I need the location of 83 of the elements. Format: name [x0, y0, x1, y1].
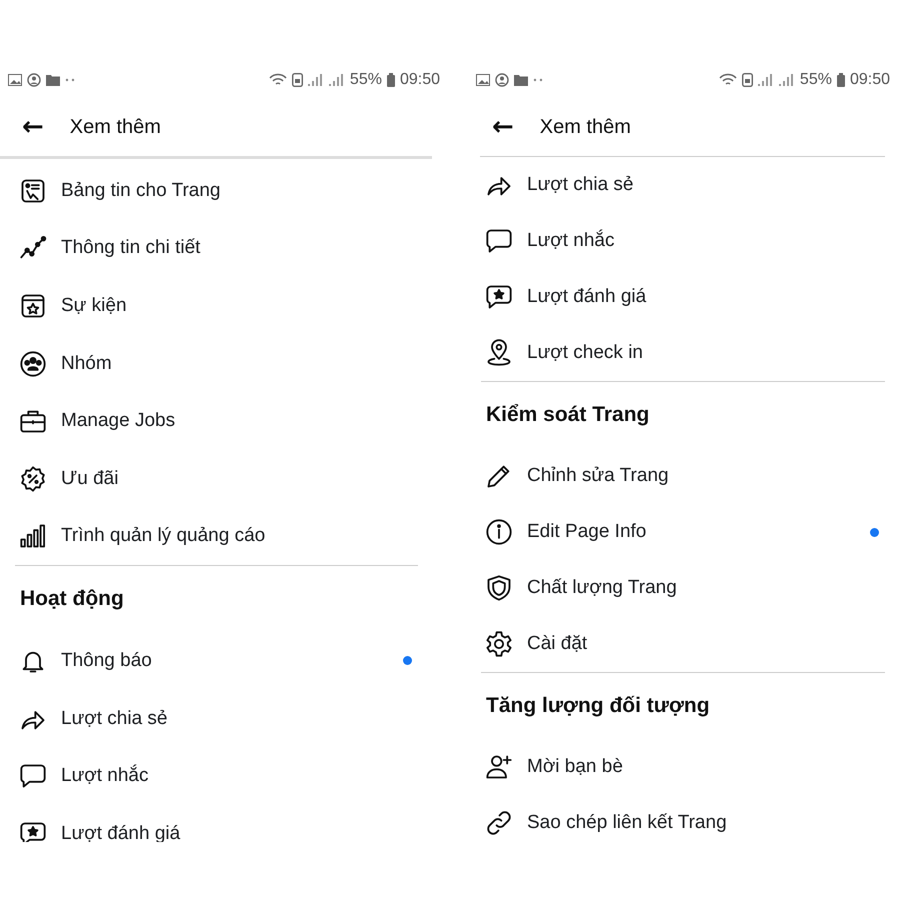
menu-item[interactable]: Mời bạn bè — [481, 739, 885, 795]
person-icon — [27, 73, 41, 87]
menu-item-label: Cài đặt — [527, 633, 588, 655]
menu-item[interactable]: Sao chép liên kết Trang — [481, 795, 885, 847]
menu-item-label: Sao chép liên kết Trang — [527, 812, 727, 834]
menu-item[interactable]: Manage Jobs — [15, 392, 418, 450]
battery-icon — [386, 73, 395, 87]
sim-card-icon — [742, 73, 753, 87]
signal-icon — [308, 74, 324, 86]
menu-item[interactable]: Lượt chia sẻ — [15, 690, 418, 748]
folder-icon — [514, 74, 528, 86]
menu-item[interactable]: Lượt check in — [481, 325, 885, 381]
section-heading: Kiểm soát Trang — [486, 403, 650, 427]
menu-item-label: Lượt chia sẻ — [527, 174, 634, 196]
menu-item[interactable]: Lượt nhắc — [481, 213, 885, 269]
back-button[interactable]: ← — [488, 114, 518, 140]
sim-card-icon — [292, 73, 303, 87]
menu-item-label: Thông báo — [61, 650, 152, 672]
wifi-icon — [268, 73, 287, 87]
section-heading: Hoạt động — [20, 587, 124, 612]
back-button[interactable]: ← — [18, 114, 48, 140]
info-icon — [485, 518, 513, 546]
clock-time: 09:50 — [850, 71, 890, 89]
menu-item[interactable]: Chất lượng Trang — [481, 560, 885, 616]
person-add-icon — [485, 753, 513, 781]
battery-percentage: 55% — [800, 71, 832, 89]
bar-chart-icon — [19, 522, 47, 550]
menu-item-label: Chỉnh sửa Trang — [527, 465, 669, 487]
star-bubble-icon — [19, 820, 47, 842]
menu-item[interactable]: Lượt đánh giá — [481, 269, 885, 325]
menu-item-label: Bảng tin cho Trang — [61, 180, 220, 202]
menu-item-label: Ưu đãi — [61, 468, 118, 490]
menu-item-label: Chất lượng Trang — [527, 577, 677, 599]
wifi-icon — [718, 73, 737, 87]
shield-icon — [485, 574, 513, 602]
menu-item[interactable]: Lượt chia sẻ — [481, 157, 885, 213]
menu-item[interactable]: Ưu đãi — [15, 450, 418, 508]
menu-item-label: Lượt nhắc — [61, 765, 149, 788]
signal-icon — [778, 74, 795, 86]
folder-icon — [46, 74, 60, 86]
more-notifications-icon — [533, 78, 543, 82]
menu-item[interactable]: Chỉnh sửa Trang — [481, 448, 885, 504]
feed-icon — [19, 176, 47, 205]
menu-item[interactable]: Edit Page Info — [481, 504, 885, 560]
section-heading: Tăng lượng đối tượng — [486, 694, 710, 718]
signal-icon — [758, 74, 774, 86]
menu-item-label: Lượt check in — [527, 342, 644, 364]
menu-item-label: Lượt chia sẻ — [61, 708, 168, 730]
gear-icon — [485, 630, 513, 658]
menu-item-label: Sự kiện — [61, 294, 127, 317]
menu-item[interactable]: Bảng tin cho Trang — [15, 162, 418, 220]
location-pin-icon — [485, 339, 513, 367]
star-bubble-icon — [485, 283, 513, 311]
clock-time: 09:50 — [400, 71, 440, 89]
group-icon — [19, 350, 47, 378]
menu-item[interactable]: Trình quản lý quảng cáo — [15, 508, 418, 566]
image-icon — [476, 74, 490, 86]
menu-item[interactable]: Sự kiện — [15, 277, 418, 335]
menu-item[interactable]: Lượt nhắc — [15, 747, 418, 805]
speech-bubble-icon — [485, 227, 513, 255]
menu-item-label: Lượt nhắc — [527, 230, 615, 252]
menu-item[interactable]: Nhóm — [15, 334, 418, 392]
link-icon — [485, 809, 513, 837]
page-title: Xem thêm — [70, 116, 161, 138]
menu-item-label: Thông tin chi tiết — [61, 237, 200, 260]
image-icon — [8, 74, 22, 86]
person-icon — [495, 73, 509, 87]
battery-percentage: 55% — [350, 71, 382, 89]
percent-badge-icon — [19, 464, 47, 493]
menu-item[interactable]: Thông báo — [15, 632, 418, 690]
menu-item-label: Edit Page Info — [527, 521, 646, 543]
signal-icon — [328, 74, 345, 86]
menu-item[interactable]: Cài đặt — [481, 616, 885, 672]
more-notifications-icon — [65, 78, 75, 82]
battery-icon — [836, 73, 845, 87]
menu-item-label: Mời bạn bè — [527, 756, 623, 778]
speech-bubble-icon — [19, 762, 47, 790]
menu-item-label: Nhóm — [61, 352, 112, 375]
menu-item-label: Trình quản lý quảng cáo — [61, 525, 266, 548]
menu-item-label: Lượt đánh giá — [527, 286, 646, 308]
page-title: Xem thêm — [540, 116, 631, 138]
menu-item-label: Manage Jobs — [61, 410, 176, 432]
menu-item[interactable]: Thông tin chi tiết — [15, 220, 418, 278]
